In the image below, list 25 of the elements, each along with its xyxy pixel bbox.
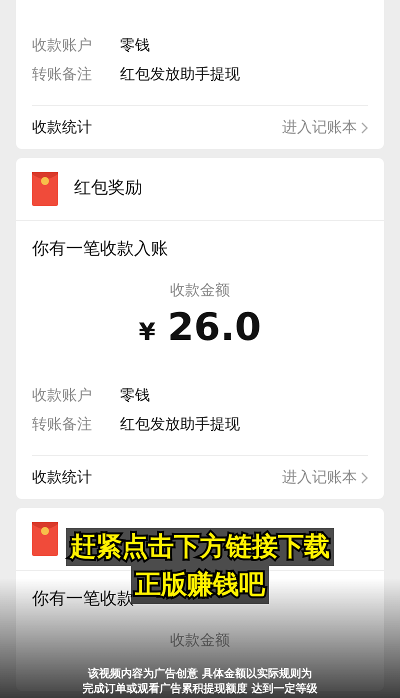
envelope-icon: [32, 172, 58, 206]
card-title: 红包奖励: [74, 177, 142, 200]
stats-label: 收款统计: [32, 467, 92, 488]
disclaimer-text: 该视频内容为广告创意 具体金额以实际规则为: [88, 666, 312, 681]
disclaimer-text: 完成订单或观看广告累积提现额度 达到一定等级: [82, 681, 318, 696]
field-label: 转账备注: [32, 64, 92, 84]
amount-value: 26.0: [167, 305, 262, 349]
field-value: 红包发放助手提现: [120, 64, 240, 84]
stats-row[interactable]: 收款统计 进入记账本: [32, 455, 368, 499]
amount-label: 收款金额: [170, 630, 230, 650]
chevron-right-icon: [361, 122, 368, 134]
field-label: 收款账户: [32, 385, 92, 406]
field-value: 红包发放助手提现: [120, 414, 240, 434]
chevron-right-icon: [361, 472, 368, 484]
stats-row[interactable]: 收款统计 进入记账本: [32, 105, 368, 149]
video-caption: 赶紧点击下方链接下载: [66, 528, 334, 566]
stats-label: 收款统计: [32, 117, 92, 138]
field-label: 转账备注: [32, 414, 92, 434]
field-label: 收款账户: [32, 35, 92, 56]
envelope-icon: [32, 522, 58, 556]
message-text: 你有一笔收款入账: [32, 239, 168, 259]
field-value: 零钱: [120, 385, 150, 406]
amount-label: 收款金额: [170, 280, 230, 300]
currency-sign: ¥: [138, 317, 156, 348]
field-value: 零钱: [120, 35, 150, 56]
